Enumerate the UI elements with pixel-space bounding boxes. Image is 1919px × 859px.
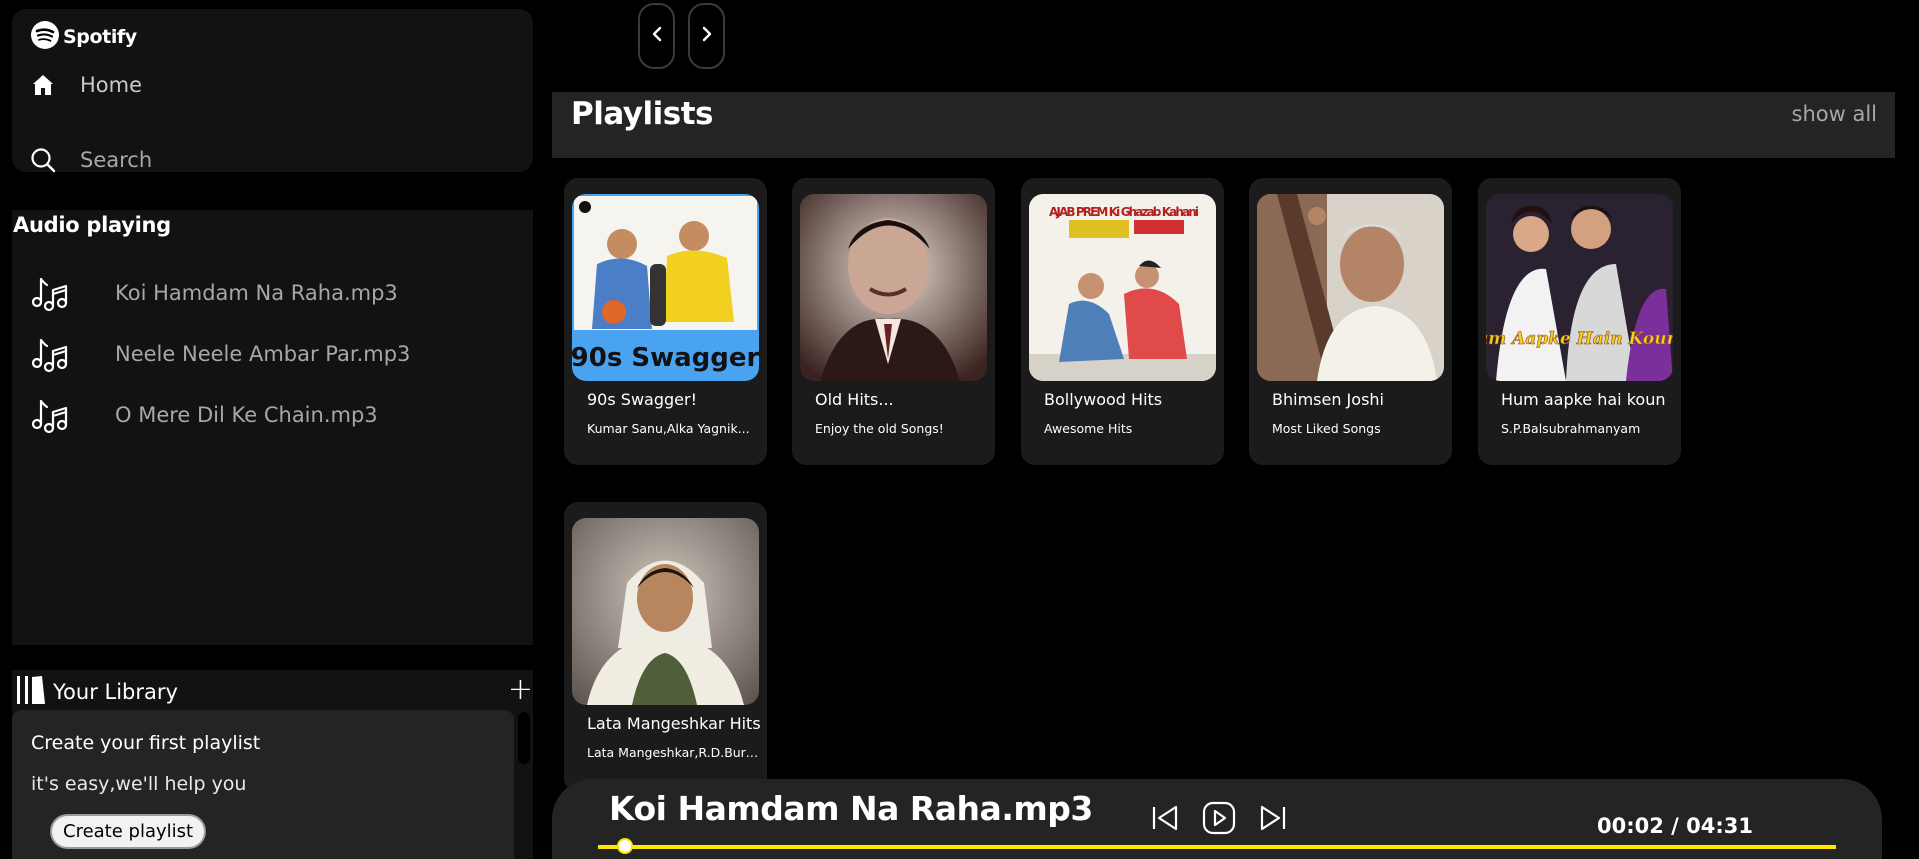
playlist-cover xyxy=(572,518,759,705)
next-button[interactable] xyxy=(1256,803,1290,837)
create-playlist-button[interactable]: Create playlist xyxy=(50,814,207,849)
audio-item[interactable]: Neele Neele Ambar Par.mp3 xyxy=(29,323,410,384)
playlist-card-subtitle: Kumar Sanu,Alka Yagnik... xyxy=(587,421,750,436)
play-icon xyxy=(1202,801,1236,839)
library-header[interactable]: Your Library xyxy=(15,674,178,710)
playlist-cover: 90s Swagger xyxy=(572,194,759,381)
play-button[interactable] xyxy=(1202,801,1236,839)
playlist-card-subtitle: S.P.Balsubrahmanyam xyxy=(1501,421,1641,436)
playlist-cover xyxy=(1257,194,1444,381)
add-icon[interactable]: + xyxy=(508,675,533,705)
nav-home[interactable]: Home xyxy=(30,72,142,98)
seek-thumb[interactable] xyxy=(617,838,634,854)
nav-search[interactable]: Search xyxy=(30,147,152,173)
seek-bar[interactable] xyxy=(598,838,1836,854)
create-playlist-title: Create your first playlist xyxy=(31,732,261,754)
spotify-logo-icon xyxy=(30,20,60,54)
create-playlist-subtitle: it's easy,we'll help you xyxy=(31,773,247,795)
logo-text: Spotify xyxy=(63,26,137,48)
playlist-card-title: Bhimsen Joshi xyxy=(1272,390,1384,409)
playlist-card[interactable]: Bhimsen Joshi Most Liked Songs xyxy=(1249,178,1452,465)
audio-list: Koi Hamdam Na Raha.mp3 Neele Neele Ambar… xyxy=(29,262,410,445)
playlists-header: Playlists show all xyxy=(552,92,1895,158)
chevron-left-icon xyxy=(650,25,664,47)
playlist-card[interactable]: Lata Mangeshkar Hits Lata Mangeshkar,R.D… xyxy=(564,502,767,792)
search-icon xyxy=(30,147,56,173)
chevron-right-icon xyxy=(700,25,714,47)
back-button[interactable] xyxy=(638,3,675,69)
spotify-logo[interactable]: Spotify xyxy=(30,20,137,54)
playlist-card[interactable]: Hum Aapke Hain Koun..! Hum aapke hai kou… xyxy=(1478,178,1681,465)
music-notes-icon xyxy=(29,273,69,313)
nav-home-label: Home xyxy=(80,73,143,97)
library-panel: Your Library + Create your first playlis… xyxy=(12,670,533,859)
library-title: Your Library xyxy=(53,680,178,704)
playlist-card-title: Old Hits... xyxy=(815,390,894,409)
playlist-card-subtitle: Enjoy the old Songs! xyxy=(815,421,944,436)
top-nav-panel: Spotify Home Search xyxy=(12,9,533,173)
playlist-cover: Hum Aapke Hain Koun..! xyxy=(1486,194,1673,381)
playlist-card-title: Hum aapke hai koun xyxy=(1501,390,1666,409)
audio-item[interactable]: O Mere Dil Ke Chain.mp3 xyxy=(29,384,410,445)
playlist-card[interactable]: Old Hits... Enjoy the old Songs! xyxy=(792,178,995,465)
player-bar: Koi Hamdam Na Raha.mp3 00:02 / 04:31 xyxy=(552,779,1882,859)
audio-item-label: O Mere Dil Ke Chain.mp3 xyxy=(115,402,378,427)
playlist-cover: AJAB PREM Ki Ghazab Kahani xyxy=(1029,194,1216,381)
scrollbar-thumb[interactable] xyxy=(518,712,530,764)
cover-text: AJAB PREM Ki Ghazab Kahani xyxy=(1049,205,1199,219)
playlist-card-subtitle: Awesome Hits xyxy=(1044,421,1133,436)
playlist-card-subtitle: Most Liked Songs xyxy=(1272,421,1381,436)
forward-button[interactable] xyxy=(688,3,725,69)
playlist-card[interactable]: AJAB PREM Ki Ghazab Kahani Bollywood Hit… xyxy=(1021,178,1224,465)
audio-playing-panel: Audio playing Koi Hamdam Na Raha.mp3 Nee xyxy=(12,210,533,645)
home-icon xyxy=(30,72,56,98)
previous-button[interactable] xyxy=(1148,803,1182,837)
cover-text: Hum Aapke Hain Koun..! xyxy=(1486,329,1673,349)
playlist-card-title: Lata Mangeshkar Hits xyxy=(587,714,761,733)
nav-search-label: Search xyxy=(80,148,153,172)
playlist-card-subtitle: Lata Mangeshkar,R.D.Burman xyxy=(587,745,767,760)
playlist-card-title: Bollywood Hits xyxy=(1044,390,1163,409)
create-playlist-card: Create your first playlist it's easy,we'… xyxy=(12,710,514,859)
playback-time: 00:02 / 04:31 xyxy=(1597,814,1753,838)
player-controls xyxy=(1148,801,1290,839)
audio-item-label: Koi Hamdam Na Raha.mp3 xyxy=(115,280,398,305)
show-all-link[interactable]: show all xyxy=(1792,102,1878,126)
audio-item[interactable]: Koi Hamdam Na Raha.mp3 xyxy=(29,262,410,323)
audio-playing-title: Audio playing xyxy=(13,213,171,237)
music-notes-icon xyxy=(29,395,69,435)
music-notes-icon xyxy=(29,334,69,374)
playlist-card-title: 90s Swagger! xyxy=(587,390,697,409)
library-scrollbar[interactable] xyxy=(515,710,533,859)
cover-text: 90s Swagger xyxy=(572,343,759,373)
now-playing-title: Koi Hamdam Na Raha.mp3 xyxy=(609,789,1093,828)
skip-forward-icon xyxy=(1257,803,1289,837)
audio-item-label: Neele Neele Ambar Par.mp3 xyxy=(115,341,411,366)
library-icon xyxy=(15,674,49,710)
skip-back-icon xyxy=(1149,803,1181,837)
playlist-cover xyxy=(800,194,987,381)
playlists-title: Playlists xyxy=(571,96,714,132)
playlist-card[interactable]: 90s Swagger 90s Swagger! Kumar Sanu,Alka… xyxy=(564,178,767,465)
